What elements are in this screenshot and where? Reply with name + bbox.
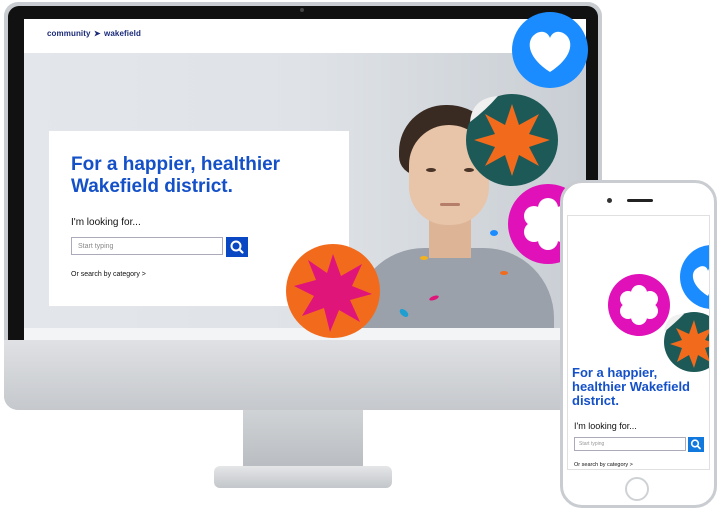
person-eye-left (426, 168, 436, 172)
phone-camera (607, 198, 612, 203)
search-icon (690, 439, 701, 450)
starburst-sticker-mobile (664, 312, 709, 372)
heart-sticker-mobile (680, 245, 709, 309)
logo-word-wakefield: wakefield (104, 29, 141, 38)
mobile-looking-for-label: I'm looking for... (574, 421, 637, 431)
site-logo[interactable]: community ➤ wakefield (47, 29, 141, 38)
mobile-search-by-category-link[interactable]: Or search by category > (574, 462, 633, 468)
looking-for-label: I'm looking for... (71, 217, 141, 228)
starburst-sticker-teal (466, 94, 558, 186)
webcam (300, 8, 304, 12)
mobile-search-button[interactable] (688, 437, 704, 452)
mobile-hero-headline: For a happier, healthier Wakefield distr… (572, 365, 690, 408)
monitor-stand-neck (243, 410, 363, 472)
mobile-phone: For a happier, healthier Wakefield distr… (560, 180, 717, 508)
monitor-chin (4, 340, 602, 410)
logo-arrow-icon: ➤ (93, 29, 101, 38)
logo-word-community: community (47, 29, 91, 38)
search-button[interactable] (226, 237, 248, 257)
phone-speaker (627, 199, 653, 202)
site-header: community ➤ wakefield (24, 19, 586, 53)
hero-headline: For a happier, healthier Wakefield distr… (71, 154, 281, 197)
starburst-sticker-orange (286, 244, 380, 338)
phone-home-button[interactable] (625, 477, 649, 501)
mobile-search-input[interactable]: Start typing (574, 437, 686, 451)
monitor-stand-base (214, 466, 392, 488)
search-icon (230, 240, 244, 254)
mobile-screen: For a happier, healthier Wakefield distr… (567, 215, 710, 470)
search-by-category-link[interactable]: Or search by category > (71, 271, 146, 278)
heart-sticker (512, 12, 588, 88)
search-input[interactable]: Start typing (71, 237, 223, 255)
